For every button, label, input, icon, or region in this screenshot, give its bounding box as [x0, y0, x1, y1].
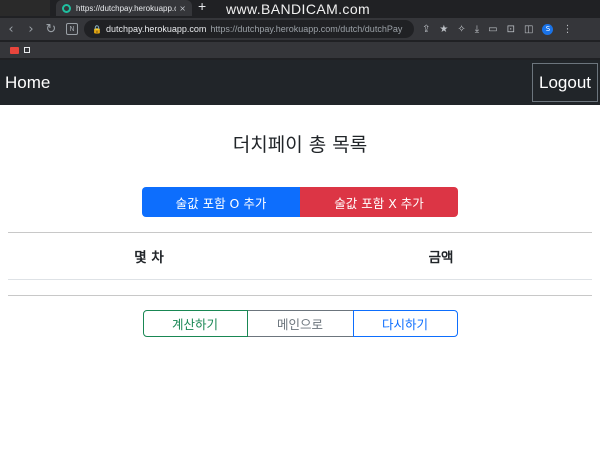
lock-icon: 🔒	[92, 24, 102, 34]
add-button-group: 술값 포함 O 추가 술값 포함 X 추가	[0, 187, 600, 217]
folder-icon[interactable]	[10, 46, 19, 54]
reload-icon[interactable]: ↻	[42, 22, 60, 37]
new-tab-button[interactable]: +	[198, 0, 206, 14]
recorder-watermark: www.BANDICAM.com	[226, 1, 371, 17]
window-thumbnail	[0, 0, 50, 16]
logout-button[interactable]: Logout	[532, 63, 598, 102]
media-icon[interactable]: ▭	[488, 24, 497, 35]
browser-chrome: https://dutchpay.herokuapp.com × + www.B…	[0, 0, 600, 60]
site-navbar: Home Logout	[0, 60, 600, 105]
column-header-amount: 금액	[428, 250, 454, 266]
url-path: https://dutchpay.herokuapp.com/dutch/dut…	[210, 24, 403, 34]
site-favicon-icon	[62, 3, 71, 13]
column-header-round: 몇 차	[134, 250, 164, 266]
address-bar[interactable]: 🔒 dutchpay.herokuapp.com https://dutchpa…	[84, 20, 414, 38]
to-main-button[interactable]: 메인으로	[247, 310, 353, 337]
extension-n-icon[interactable]: N	[66, 23, 78, 35]
bookmark-item[interactable]	[24, 47, 30, 53]
bookmark-star-icon[interactable]: ★	[439, 24, 448, 35]
browser-toolbar: ‹ › ↻ N 🔒 dutchpay.herokuapp.com https:/…	[0, 18, 600, 40]
tab-strip: https://dutchpay.herokuapp.com × + www.B…	[0, 0, 600, 17]
tab-close-icon[interactable]: ×	[179, 4, 186, 13]
profile-avatar[interactable]: S	[542, 23, 554, 35]
download-icon[interactable]: ⤓	[475, 24, 479, 35]
back-icon[interactable]: ‹	[2, 22, 20, 37]
screenshot-icon[interactable]: ⊡	[507, 24, 515, 35]
retry-button[interactable]: 다시하기	[352, 310, 458, 337]
url-host: dutchpay.herokuapp.com	[105, 24, 207, 34]
action-button-group: 계산하기 메인으로 다시하기	[0, 310, 600, 337]
toolbar-icons: ⇪ ★ ✧ ⤓ ▭ ⊡ ◫ S ⋮	[422, 23, 572, 35]
share-icon[interactable]: ⇪	[422, 24, 430, 35]
add-without-alcohol-button[interactable]: 술값 포함 X 추가	[300, 187, 458, 217]
add-with-alcohol-button[interactable]: 술값 포함 O 추가	[142, 187, 300, 217]
sidebar-icon[interactable]: ◫	[524, 24, 533, 35]
home-link[interactable]: Home	[5, 73, 50, 93]
forward-icon[interactable]: ›	[22, 22, 40, 37]
extensions-icon[interactable]: ✧	[457, 24, 465, 35]
main-content: 더치페이 총 목록 술값 포함 O 추가 술값 포함 X 추가 몇 차 금액 계…	[0, 130, 600, 337]
tab-title: https://dutchpay.herokuapp.com	[76, 3, 177, 13]
bookmarks-bar	[0, 42, 600, 58]
menu-icon[interactable]: ⋮	[562, 24, 572, 35]
calculate-button[interactable]: 계산하기	[142, 310, 248, 337]
table-header-row: 몇 차 금액	[8, 233, 592, 280]
page-title: 더치페이 총 목록	[232, 134, 368, 156]
divider	[8, 295, 592, 296]
browser-tab[interactable]: https://dutchpay.herokuapp.com ×	[56, 0, 192, 16]
